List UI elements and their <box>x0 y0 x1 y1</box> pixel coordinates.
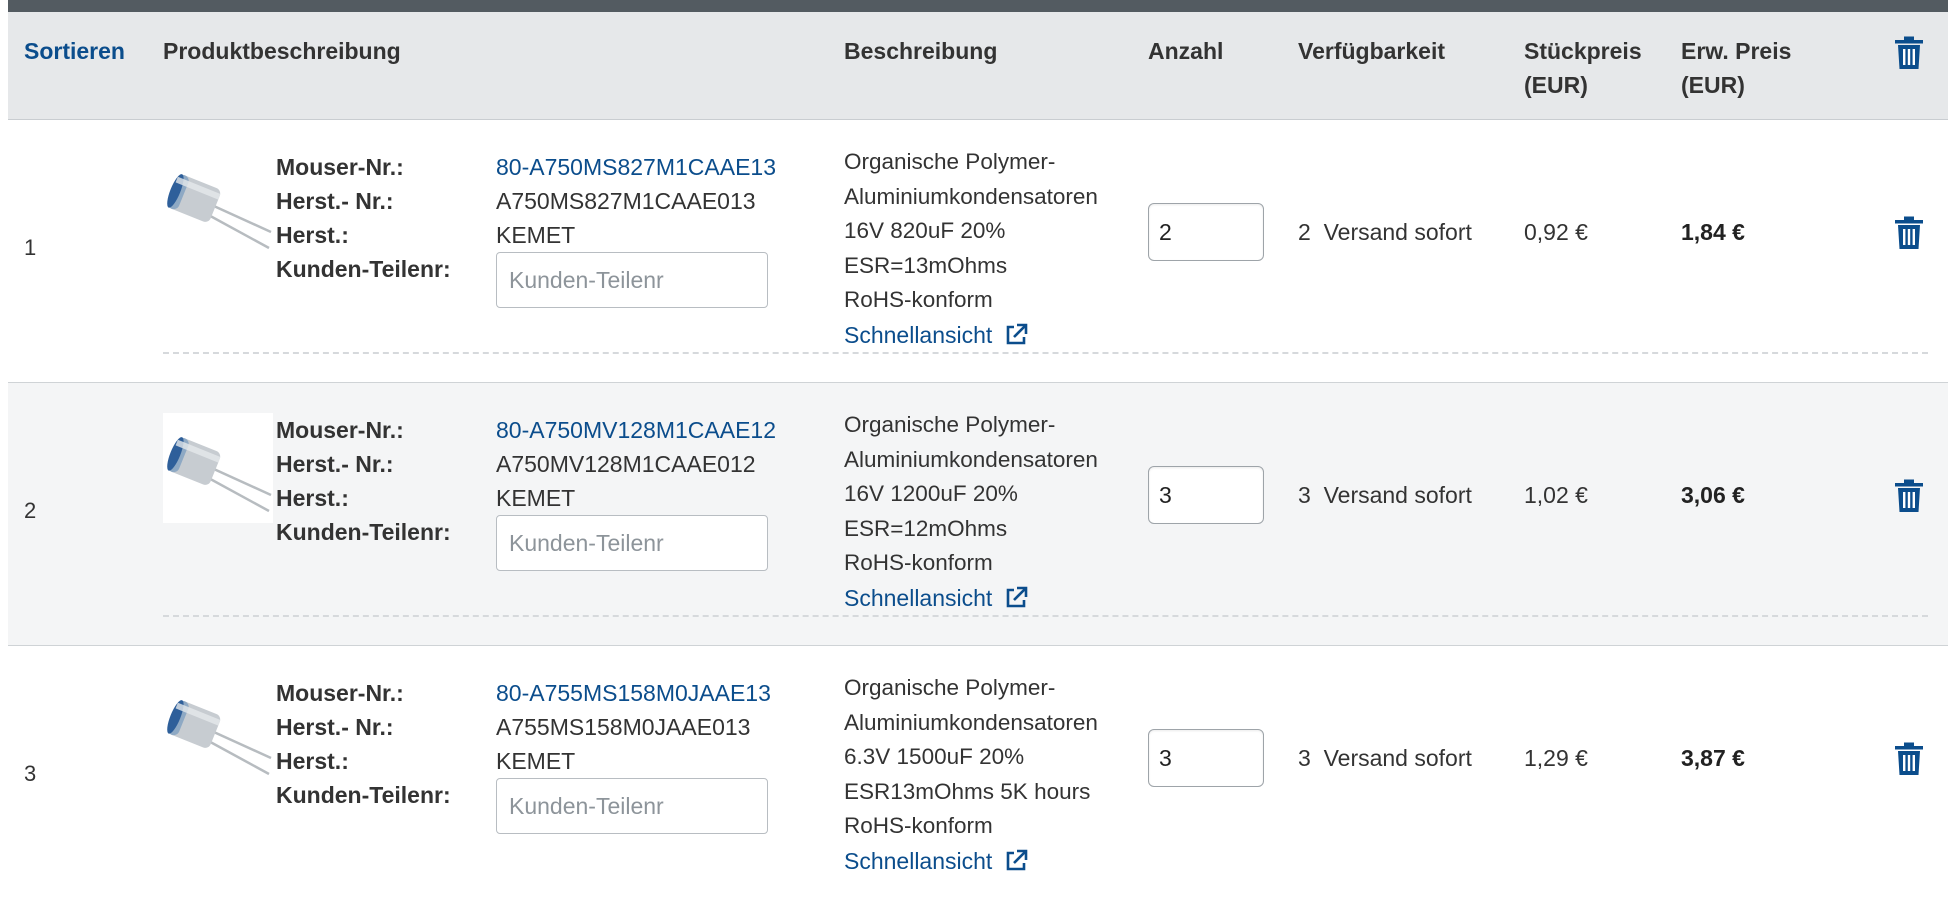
mouser-no-label: Mouser-Nr.: <box>276 417 404 443</box>
row-index: 2 <box>24 498 37 523</box>
availability-text: Versand sofort <box>1323 745 1472 771</box>
desc-line: Aluminiumkondensatoren <box>844 446 1098 472</box>
quick-view-label: Schnellansicht <box>844 322 993 348</box>
table-row: 3 Mouser-Nr.: Herst.- Nr.: Herst.: Kunde… <box>8 646 1948 908</box>
header-availability: Verfügbarkeit <box>1298 38 1445 64</box>
desc-line: Organische Polymer- <box>844 412 1056 437</box>
product-description: Organische Polymer- Aluminiumkondensator… <box>844 408 1134 581</box>
mfr-no-value: A750MS827M1CAAE013 <box>496 188 756 214</box>
mouser-no-link[interactable]: 80-A750MV128M1CAAE12 <box>496 413 776 447</box>
mouser-no-label: Mouser-Nr.: <box>276 154 404 180</box>
row-index: 3 <box>24 761 37 786</box>
quantity-input[interactable] <box>1148 203 1264 261</box>
availability-count: 3 <box>1298 482 1311 508</box>
row-divider <box>163 615 1928 617</box>
mfr-no-label: Herst.- Nr.: <box>276 451 394 477</box>
quick-view-link[interactable]: Schnellansicht <box>844 844 1028 878</box>
header-unit-price: Stückpreis (EUR) <box>1524 34 1664 102</box>
mouser-no-link[interactable]: 80-A755MS158M0JAAE13 <box>496 676 771 710</box>
quantity-input[interactable] <box>1148 729 1264 787</box>
unit-price: 1,02 € <box>1524 482 1588 508</box>
desc-line: 16V 820uF 20% <box>844 218 1006 243</box>
row-index: 1 <box>24 235 37 260</box>
mouser-no-link[interactable]: 80-A750MS827M1CAAE13 <box>496 150 776 184</box>
extended-price: 3,06 € <box>1681 482 1745 508</box>
desc-line: RoHS-konform <box>844 813 993 838</box>
header-ext-price-line2: (EUR) <box>1681 72 1745 98</box>
external-link-icon <box>1007 586 1028 608</box>
availability-text: Versand sofort <box>1323 219 1472 245</box>
customer-part-input[interactable] <box>496 515 768 571</box>
header-ext-price-line1: Erw. Preis <box>1681 38 1792 64</box>
cart-table: Sortieren Produktbeschreibung Beschreibu… <box>8 0 1948 874</box>
product-image[interactable] <box>163 150 273 260</box>
delete-all-trash-icon[interactable] <box>1894 36 1924 70</box>
desc-line: Organische Polymer- <box>844 675 1056 700</box>
header-unit-price-line2: (EUR) <box>1524 72 1588 98</box>
delete-row-trash-icon[interactable] <box>1894 479 1924 513</box>
desc-line: Aluminiumkondensatoren <box>844 709 1098 735</box>
customer-part-input[interactable] <box>496 778 768 834</box>
customer-part-input[interactable] <box>496 252 768 308</box>
external-link-icon <box>1007 323 1028 345</box>
header-unit-price-line1: Stückpreis <box>1524 38 1642 64</box>
mfr-value: KEMET <box>496 748 576 774</box>
desc-line: Aluminiumkondensatoren <box>844 183 1098 209</box>
mfr-value: KEMET <box>496 222 576 248</box>
mfr-label: Herst.: <box>276 485 349 511</box>
quick-view-link[interactable]: Schnellansicht <box>844 581 1028 615</box>
desc-line: 16V 1200uF 20% <box>844 481 1018 506</box>
product-image[interactable] <box>163 413 273 523</box>
availability: 2 Versand sofort <box>1298 215 1472 249</box>
mfr-no-value: A755MS158M0JAAE013 <box>496 714 751 740</box>
product-description: Organische Polymer- Aluminiumkondensator… <box>844 145 1134 318</box>
header-quantity: Anzahl <box>1148 38 1224 64</box>
customer-no-label: Kunden-Teilenr: <box>276 519 451 545</box>
desc-line: ESR=12mOhms <box>844 515 1008 541</box>
delete-row-trash-icon[interactable] <box>1894 742 1924 776</box>
row-divider <box>163 352 1928 354</box>
mouser-no-label: Mouser-Nr.: <box>276 680 404 706</box>
sort-link[interactable]: Sortieren <box>24 34 125 68</box>
table-row: 2 Mouser-Nr.: Herst.- Nr.: Herst.: Kunde… <box>8 383 1948 646</box>
desc-line: Organische Polymer- <box>844 149 1056 174</box>
extended-price: 3,87 € <box>1681 745 1745 771</box>
header-ext-price: Erw. Preis (EUR) <box>1681 34 1821 102</box>
quick-view-label: Schnellansicht <box>844 585 993 611</box>
availability-text: Versand sofort <box>1323 482 1472 508</box>
availability: 3 Versand sofort <box>1298 741 1472 775</box>
desc-line: RoHS-konform <box>844 550 993 575</box>
table-header: Sortieren Produktbeschreibung Beschreibu… <box>8 12 1948 120</box>
customer-no-label: Kunden-Teilenr: <box>276 782 451 808</box>
extended-price: 1,84 € <box>1681 219 1745 245</box>
mfr-label: Herst.: <box>276 222 349 248</box>
desc-line: 6.3V 1500uF 20% <box>844 744 1025 769</box>
unit-price: 0,92 € <box>1524 219 1588 245</box>
availability-count: 3 <box>1298 745 1311 771</box>
mfr-no-label: Herst.- Nr.: <box>276 714 394 740</box>
top-bar <box>8 0 1948 12</box>
availability-count: 2 <box>1298 219 1311 245</box>
table-row: 1 Mouser-Nr.: Herst.- Nr.: Herst.: Kunde… <box>8 120 1948 383</box>
availability: 3 Versand sofort <box>1298 478 1472 512</box>
mfr-no-label: Herst.- Nr.: <box>276 188 394 214</box>
quick-view-link[interactable]: Schnellansicht <box>844 318 1028 352</box>
desc-line: ESR13mOhms 5K hours <box>844 778 1091 804</box>
mfr-label: Herst.: <box>276 748 349 774</box>
header-description: Beschreibung <box>844 38 998 64</box>
external-link-icon <box>1007 849 1028 871</box>
customer-no-label: Kunden-Teilenr: <box>276 256 451 282</box>
mfr-no-value: A750MV128M1CAAE012 <box>496 451 756 477</box>
mfr-value: KEMET <box>496 485 576 511</box>
quick-view-label: Schnellansicht <box>844 848 993 874</box>
unit-price: 1,29 € <box>1524 745 1588 771</box>
header-product: Produktbeschreibung <box>163 38 401 64</box>
quantity-input[interactable] <box>1148 466 1264 524</box>
delete-row-trash-icon[interactable] <box>1894 216 1924 250</box>
product-description: Organische Polymer- Aluminiumkondensator… <box>844 671 1134 844</box>
product-image[interactable] <box>163 676 273 786</box>
desc-line: ESR=13mOhms <box>844 252 1008 278</box>
desc-line: RoHS-konform <box>844 287 993 312</box>
